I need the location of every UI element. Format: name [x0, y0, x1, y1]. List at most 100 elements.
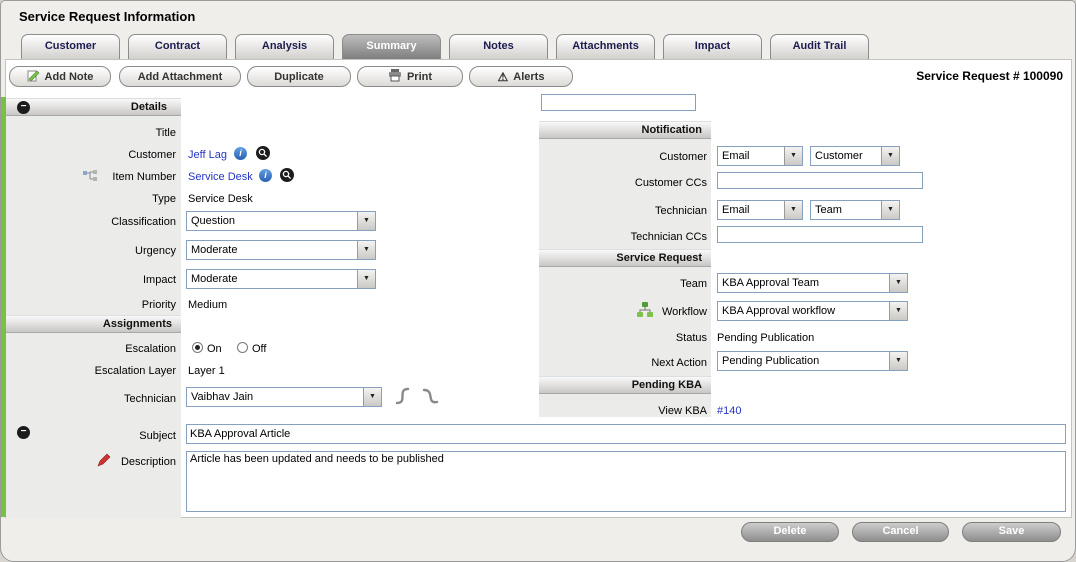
subject-label: Subject — [6, 429, 176, 443]
duplicate-button[interactable]: Duplicate — [247, 66, 351, 87]
chevron-down-icon[interactable]: ▼ — [881, 201, 899, 219]
subject-input[interactable] — [186, 424, 1066, 444]
print-label: Print — [407, 71, 432, 83]
next-action-label: Next Action — [539, 356, 707, 370]
add-attachment-label: Add Attachment — [138, 71, 223, 83]
classification-select[interactable]: Question ▼ — [186, 211, 376, 231]
impact-label: Impact — [6, 273, 176, 287]
tab-notes[interactable]: Notes — [449, 34, 548, 59]
chevron-down-icon[interactable]: ▼ — [889, 352, 907, 370]
urgency-select[interactable]: Moderate ▼ — [186, 240, 376, 260]
chevron-down-icon[interactable]: ▼ — [881, 147, 899, 165]
section-accent-bar — [1, 97, 6, 517]
technician-label: Technician — [6, 392, 176, 406]
escalation-layer-label: Escalation Layer — [6, 364, 176, 378]
technician-notify-method-select[interactable]: Email ▼ — [717, 200, 803, 220]
tab-customer[interactable]: Customer — [21, 34, 120, 59]
tab-attachments[interactable]: Attachments — [556, 34, 655, 59]
duplicate-label: Duplicate — [274, 71, 324, 83]
printer-icon — [388, 69, 402, 85]
customer-search-icon[interactable] — [256, 146, 270, 160]
description-label: Description — [6, 455, 176, 469]
right-label-column — [539, 121, 711, 417]
pending-kba-header: Pending KBA — [539, 376, 711, 394]
cancel-button[interactable]: Cancel — [852, 522, 949, 542]
print-button[interactable]: Print — [357, 66, 463, 87]
item-number-label: Item Number — [6, 170, 176, 184]
technician-select[interactable]: Vaibhav Jain ▼ — [186, 387, 382, 407]
page-title: Service Request Information — [19, 9, 195, 24]
customer-ccs-input[interactable] — [717, 172, 923, 189]
priority-value: Medium — [188, 298, 227, 312]
notification-customer-label: Customer — [539, 150, 707, 164]
item-search-icon[interactable] — [280, 168, 294, 182]
workflow-select[interactable]: KBA Approval workflow ▼ — [717, 301, 908, 321]
alerts-label: Alerts — [513, 71, 544, 83]
chevron-down-icon[interactable]: ▼ — [889, 274, 907, 292]
chevron-down-icon[interactable]: ▼ — [357, 241, 375, 259]
collapse-details-button[interactable]: − — [17, 101, 30, 114]
view-kba-link[interactable]: #140 — [717, 404, 741, 418]
escalation-layer-value: Layer 1 — [188, 364, 225, 378]
notification-header: Notification — [539, 121, 711, 139]
tab-impact[interactable]: Impact — [663, 34, 762, 59]
item-number-link[interactable]: Service Desk — [188, 170, 253, 184]
view-kba-label: View KBA — [539, 404, 707, 418]
status-value: Pending Publication — [717, 331, 814, 345]
technician-ccs-label: Technician CCs — [539, 230, 707, 244]
notification-technician-label: Technician — [539, 204, 707, 218]
escalation-label: Escalation — [6, 342, 176, 356]
tab-analysis[interactable]: Analysis — [235, 34, 334, 59]
workflow-label: Workflow — [539, 305, 707, 319]
customer-notify-target-select[interactable]: Customer ▼ — [810, 146, 900, 166]
team-select[interactable]: KBA Approval Team ▼ — [717, 273, 908, 293]
assignments-header: Assignments — [6, 315, 181, 333]
priority-label: Priority — [6, 298, 176, 312]
tab-summary[interactable]: Summary — [342, 34, 441, 59]
tab-audit-trail[interactable]: Audit Trail — [770, 34, 869, 59]
add-note-button[interactable]: Add Note — [9, 66, 111, 87]
escalation-off-label: Off — [252, 343, 266, 355]
technician-ccs-input[interactable] — [717, 226, 923, 243]
chevron-down-icon[interactable]: ▼ — [784, 147, 802, 165]
alerts-button[interactable]: ⚠ Alerts — [469, 66, 573, 87]
escalation-on-label: On — [207, 343, 222, 355]
chevron-down-icon[interactable]: ▼ — [357, 212, 375, 230]
quick-search-input[interactable] — [541, 94, 696, 111]
customer-label: Customer — [6, 148, 176, 162]
next-action-select[interactable]: Pending Publication ▼ — [717, 351, 908, 371]
details-header: Details — [6, 98, 181, 116]
chevron-down-icon[interactable]: ▼ — [889, 302, 907, 320]
add-note-label: Add Note — [45, 71, 94, 83]
delete-button[interactable]: Delete — [741, 522, 839, 542]
team-label: Team — [539, 277, 707, 291]
title-label: Title — [6, 126, 176, 140]
reassign-technician-icon[interactable] — [420, 384, 442, 413]
urgency-label: Urgency — [6, 244, 176, 258]
escalation-on-radio[interactable] — [192, 342, 203, 353]
type-value: Service Desk — [188, 192, 253, 206]
description-textarea[interactable]: Article has been updated and needs to be… — [186, 451, 1066, 512]
customer-notify-method-select[interactable]: Email ▼ — [717, 146, 803, 166]
tab-contract[interactable]: Contract — [128, 34, 227, 59]
request-number: Service Request # 100090 — [916, 69, 1063, 83]
chevron-down-icon[interactable]: ▼ — [363, 388, 381, 406]
save-button[interactable]: Save — [962, 522, 1061, 542]
status-label: Status — [539, 331, 707, 345]
classification-label: Classification — [6, 215, 176, 229]
customer-info-icon[interactable]: i — [234, 147, 247, 160]
customer-link[interactable]: Jeff Lag — [188, 148, 227, 162]
service-request-header: Service Request — [539, 249, 711, 267]
warning-icon: ⚠ — [498, 70, 509, 84]
content-panel: Add Note Add Attachment Duplicate Print … — [5, 59, 1072, 518]
chevron-down-icon[interactable]: ▼ — [784, 201, 802, 219]
item-info-icon[interactable]: i — [259, 169, 272, 182]
impact-select[interactable]: Moderate ▼ — [186, 269, 376, 289]
escalation-off-radio[interactable] — [237, 342, 248, 353]
chevron-down-icon[interactable]: ▼ — [357, 270, 375, 288]
note-pencil-icon — [27, 69, 40, 85]
technician-notify-target-select[interactable]: Team ▼ — [810, 200, 900, 220]
escalate-technician-icon[interactable] — [392, 384, 414, 413]
type-label: Type — [6, 192, 176, 206]
add-attachment-button[interactable]: Add Attachment — [119, 66, 241, 87]
